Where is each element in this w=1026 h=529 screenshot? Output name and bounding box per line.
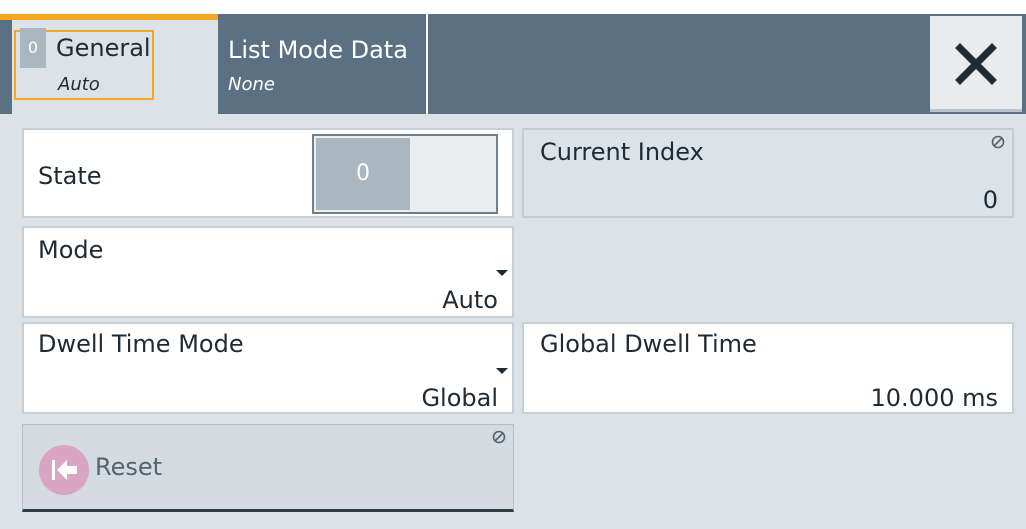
mode-dropdown[interactable]: Mode Auto (22, 226, 514, 318)
list-mode-dialog: 0 General Auto List Mode Data None State… (0, 0, 1026, 529)
top-strip (0, 0, 1026, 14)
tab-list-mode-data[interactable]: List Mode Data None (220, 14, 428, 114)
state-toggle[interactable]: 0 (312, 134, 498, 214)
close-icon (955, 43, 997, 85)
reset-button[interactable]: Reset (22, 424, 514, 512)
tab-list-mode-data-title: List Mode Data (228, 36, 408, 64)
tab-general-title: General (56, 34, 151, 62)
mode-value: Auto (442, 286, 498, 314)
reset-label: Reset (95, 453, 163, 481)
tab-general-subtitle: Auto (58, 74, 100, 95)
tab-list-mode-data-subtitle: None (228, 74, 275, 95)
current-index-label: Current Index (540, 138, 704, 166)
chevron-down-icon (496, 270, 508, 276)
dwell-time-mode-value: Global (421, 384, 498, 412)
current-index-value: 0 (982, 186, 998, 214)
global-dwell-time-field[interactable]: Global Dwell Time 10.000 ms (522, 322, 1014, 414)
mode-label: Mode (38, 236, 104, 264)
tab-general-toggle[interactable]: 0 (20, 28, 46, 68)
tab-general[interactable]: 0 General Auto (0, 14, 218, 114)
state-panel: State 0 (22, 128, 514, 218)
current-index-panel: Current Index 0 (522, 128, 1014, 218)
state-toggle-knob: 0 (316, 138, 410, 210)
state-label: State (38, 162, 102, 190)
global-dwell-time-label: Global Dwell Time (540, 330, 757, 358)
close-button[interactable] (930, 16, 1022, 112)
dwell-time-mode-label: Dwell Time Mode (38, 330, 244, 358)
global-dwell-time-value: 10.000 ms (870, 384, 999, 412)
dwell-time-mode-dropdown[interactable]: Dwell Time Mode Global (22, 322, 514, 414)
chevron-down-icon (496, 368, 508, 374)
reset-icon (39, 445, 89, 495)
read-only-icon (991, 135, 1005, 149)
read-only-icon (492, 430, 506, 444)
